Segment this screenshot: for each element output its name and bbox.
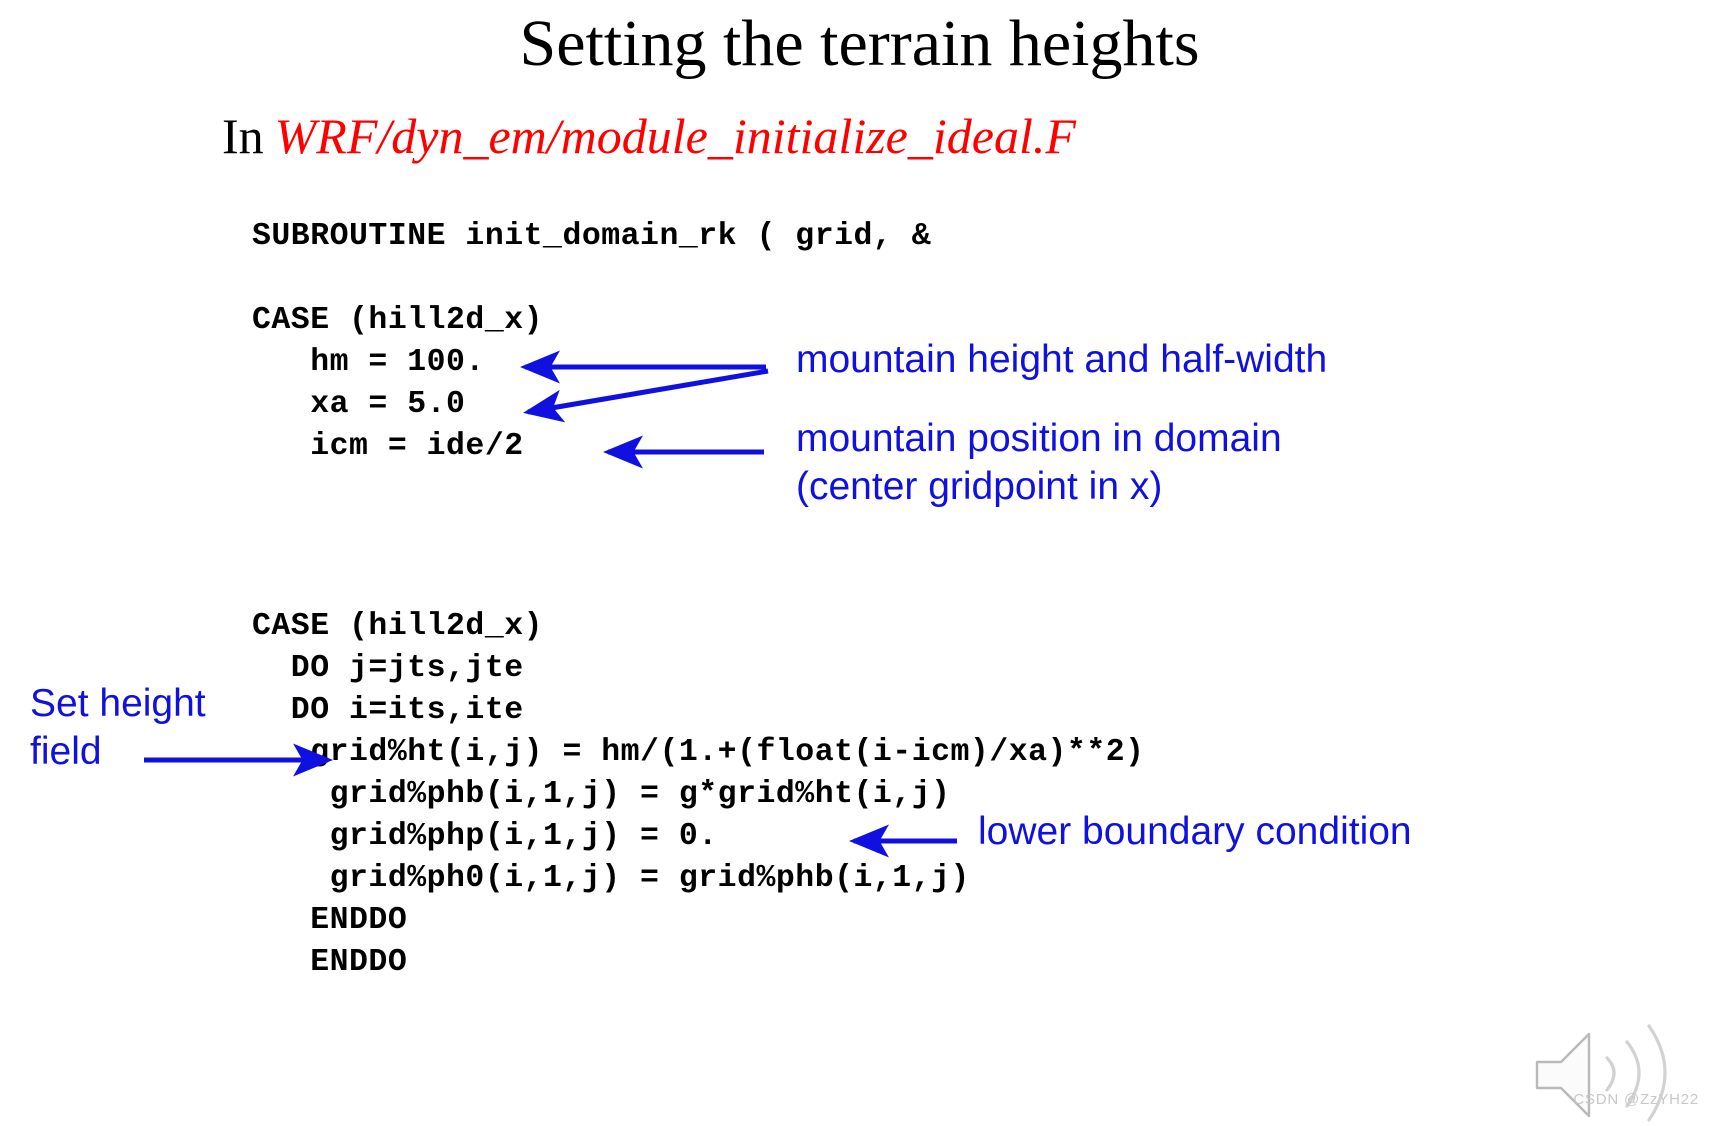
annotation-lower-boundary-condition: lower boundary condition	[978, 810, 1412, 853]
subtitle-file-path: WRF/dyn_em/module_initialize_ideal.F	[274, 108, 1076, 164]
slide-canvas: Setting the terrain heights In WRF/dyn_em…	[0, 0, 1719, 1126]
annotation-set-height-field: Set height field	[30, 682, 206, 773]
subtitle-prefix: In	[222, 108, 264, 164]
watermark-text: CSDN @ZzYH22	[1573, 1091, 1699, 1108]
subtitle: In WRF/dyn_em/module_initialize_ideal.F	[222, 108, 1076, 166]
speaker-icon	[1535, 1024, 1667, 1122]
annotation-mountain-height: mountain height and half-width	[796, 338, 1328, 381]
page-title: Setting the terrain heights	[519, 7, 1200, 80]
code-block-bottom: CASE (hill2d_x) DO j=jts,jte DO i=its,it…	[252, 609, 1145, 980]
speaker-wave-small-icon	[1605, 1056, 1616, 1092]
annotation-mountain-position: mountain position in domain (center grid…	[796, 417, 1282, 508]
